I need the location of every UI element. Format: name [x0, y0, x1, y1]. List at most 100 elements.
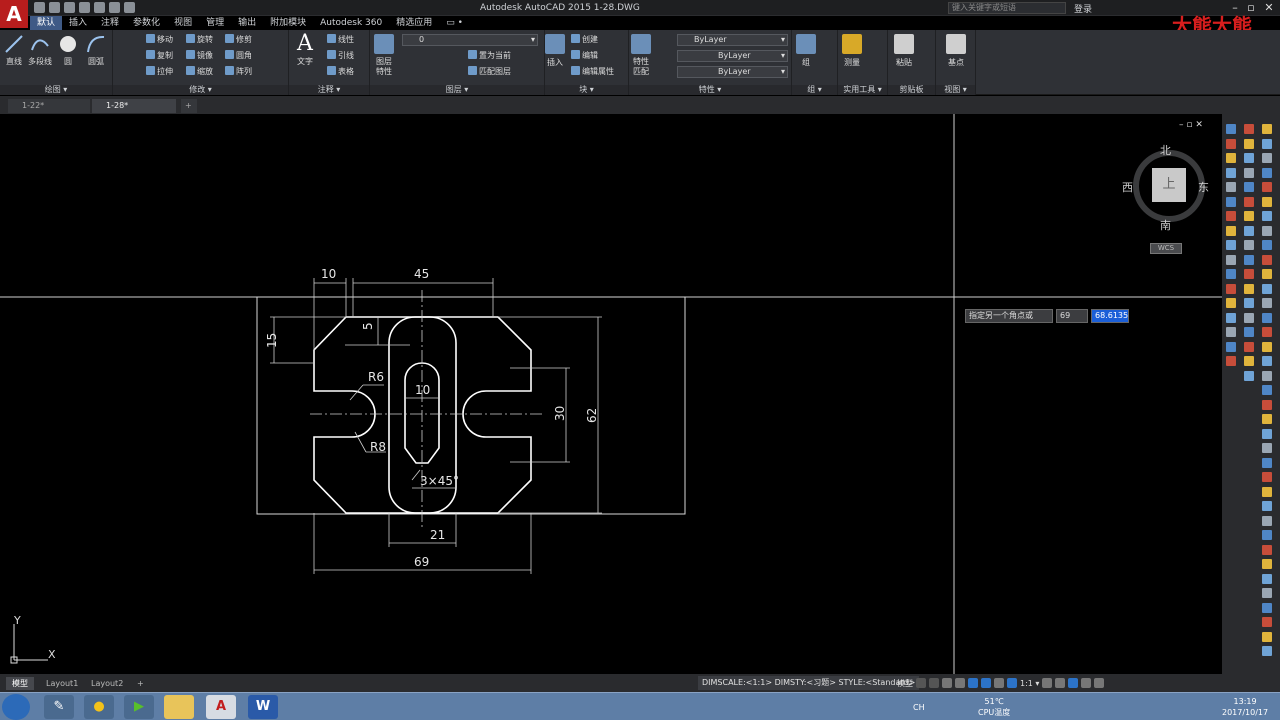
tab-add-layout[interactable]: +: [131, 677, 150, 690]
toolbar-tool-icon[interactable]: [1244, 298, 1254, 308]
trim-button[interactable]: 修剪: [225, 34, 252, 46]
viewport-controls[interactable]: – ▫ ✕: [1179, 120, 1203, 130]
taskbar-app-explorer[interactable]: [164, 695, 194, 719]
print-icon[interactable]: [94, 2, 105, 13]
toolbar-tool-icon[interactable]: [1262, 312, 1272, 323]
tab-manage[interactable]: 管理: [199, 16, 231, 30]
tab-a360[interactable]: Autodesk 360: [313, 16, 389, 30]
toolbar-tool-icon[interactable]: [1226, 254, 1236, 265]
toolbar-tool-icon[interactable]: [1244, 283, 1254, 294]
toolbar-tool-icon[interactable]: [1262, 385, 1272, 395]
toolbar-tool-icon[interactable]: [1226, 240, 1236, 250]
toolbar-tool-icon[interactable]: [1262, 559, 1272, 569]
toolbar-tool-icon[interactable]: [1262, 472, 1272, 482]
toolbar-tool-icon[interactable]: [1226, 298, 1236, 308]
toolbar-tool-icon[interactable]: [1226, 211, 1236, 221]
lineweight-icon[interactable]: [994, 678, 1004, 688]
new-tab-button[interactable]: +: [181, 99, 197, 113]
tab-insert[interactable]: 插入: [62, 16, 94, 30]
compass-south[interactable]: 南: [1160, 217, 1171, 233]
prompt-value-1[interactable]: 69: [1056, 309, 1088, 323]
tab-model[interactable]: 模型: [6, 677, 34, 690]
polyline-button[interactable]: 多段线: [28, 34, 52, 67]
tab-default[interactable]: 默认: [30, 16, 63, 30]
undo-icon[interactable]: [109, 2, 120, 13]
osnap-icon[interactable]: [968, 678, 978, 688]
toolbar-tool-icon[interactable]: [1226, 341, 1236, 352]
toolbar-tool-icon[interactable]: [1262, 138, 1272, 149]
panel-group-label[interactable]: 组 ▾: [792, 85, 837, 95]
toolbar-tool-icon[interactable]: [1244, 312, 1254, 323]
panel-utilities-label[interactable]: 实用工具 ▾: [838, 85, 887, 95]
toolbar-tool-icon[interactable]: [1262, 602, 1272, 613]
layer-dropdown[interactable]: 0: [402, 34, 538, 46]
create-block-button[interactable]: 创建: [571, 34, 598, 46]
start-button[interactable]: [2, 694, 30, 720]
table-button[interactable]: 表格: [327, 66, 354, 78]
toolbar-tool-icon[interactable]: [1226, 356, 1236, 366]
polar-icon[interactable]: [955, 678, 965, 688]
toolbar-tool-icon[interactable]: [1244, 254, 1254, 265]
doc-tab-1-22[interactable]: 1-22*: [8, 99, 90, 113]
stretch-button[interactable]: 拉伸: [146, 66, 173, 78]
tab-addins[interactable]: 附加模块: [263, 16, 313, 30]
toolbar-tool-icon[interactable]: [1244, 182, 1254, 192]
toolbar-tool-icon[interactable]: [1244, 356, 1254, 366]
layer-properties-button[interactable]: 图层 特性: [374, 34, 394, 77]
wcs-menu[interactable]: WCS: [1150, 243, 1182, 254]
compass-north[interactable]: 北: [1160, 142, 1171, 158]
isolate-icon[interactable]: [1068, 678, 1079, 688]
toolbar-tool-icon[interactable]: [1244, 341, 1254, 352]
panel-clipboard-label[interactable]: 剪贴板: [888, 85, 935, 95]
panel-annotation-label[interactable]: 注释 ▾: [289, 85, 369, 95]
snap-icon[interactable]: [929, 678, 939, 688]
tab-output[interactable]: 输出: [231, 16, 263, 30]
toolbar-tool-icon[interactable]: [1262, 225, 1272, 236]
move-button[interactable]: 移动: [146, 34, 173, 46]
quick-access-toolbar[interactable]: [34, 2, 135, 13]
toolbar-tool-icon[interactable]: [1262, 573, 1272, 584]
toolbar-tool-icon[interactable]: [1262, 414, 1272, 424]
group-button[interactable]: 组: [796, 34, 816, 68]
toolbar-tool-icon[interactable]: [1244, 124, 1254, 134]
toolbar-tool-icon[interactable]: [1262, 399, 1272, 410]
taskbar-app-browser[interactable]: ●: [84, 695, 114, 719]
paste-button[interactable]: 粘贴: [894, 34, 914, 68]
toolbar-tool-icon[interactable]: [1262, 124, 1272, 134]
taskbar-app-player[interactable]: ▶: [124, 695, 154, 719]
panel-view-label[interactable]: 视图 ▾: [936, 85, 975, 95]
fullscreen-icon[interactable]: [1081, 678, 1092, 688]
model-space-button[interactable]: 模型: [897, 678, 913, 689]
plus-icon[interactable]: [1055, 678, 1066, 688]
toolbar-tool-icon[interactable]: [1262, 356, 1272, 366]
toolbar-tool-icon[interactable]: [1262, 196, 1272, 207]
grid-icon[interactable]: [916, 678, 926, 688]
leader-button[interactable]: 引线: [327, 50, 354, 62]
linear-dim-button[interactable]: 线性: [327, 34, 354, 46]
toolbar-tool-icon[interactable]: [1262, 646, 1272, 656]
tab-parametric[interactable]: 参数化: [126, 16, 167, 30]
toolbar-tool-icon[interactable]: [1262, 167, 1272, 178]
linetype-dropdown[interactable]: ByLayer: [677, 50, 788, 62]
tab-layout2[interactable]: Layout2: [85, 677, 129, 690]
copy-button[interactable]: 复制: [146, 50, 173, 62]
toolbar-tool-icon[interactable]: [1226, 124, 1236, 134]
save-as-icon[interactable]: [79, 2, 90, 13]
toolbar-tool-icon[interactable]: [1244, 196, 1254, 207]
tray-clock[interactable]: 13:19 2017/10/17: [1222, 696, 1268, 718]
edit-block-button[interactable]: 编辑: [571, 50, 598, 62]
toolbar-tool-icon[interactable]: [1262, 544, 1272, 555]
toolbar-tool-icon[interactable]: [1226, 196, 1236, 207]
lineweight-dropdown[interactable]: ByLayer: [677, 66, 788, 78]
customize-icon[interactable]: [1094, 678, 1105, 688]
measure-button[interactable]: 测量: [842, 34, 862, 68]
autocad-logo-icon[interactable]: A: [0, 0, 28, 28]
panel-modify-label[interactable]: 修改 ▾: [113, 85, 288, 95]
toolbar-tool-icon[interactable]: [1226, 138, 1236, 149]
toolbar-tool-icon[interactable]: [1244, 225, 1254, 236]
toolbar-tool-icon[interactable]: [1262, 515, 1272, 526]
fillet-button[interactable]: 圆角: [225, 50, 252, 62]
open-icon[interactable]: [49, 2, 60, 13]
toolbar-tool-icon[interactable]: [1262, 269, 1272, 279]
compass-west[interactable]: 西: [1122, 179, 1133, 195]
